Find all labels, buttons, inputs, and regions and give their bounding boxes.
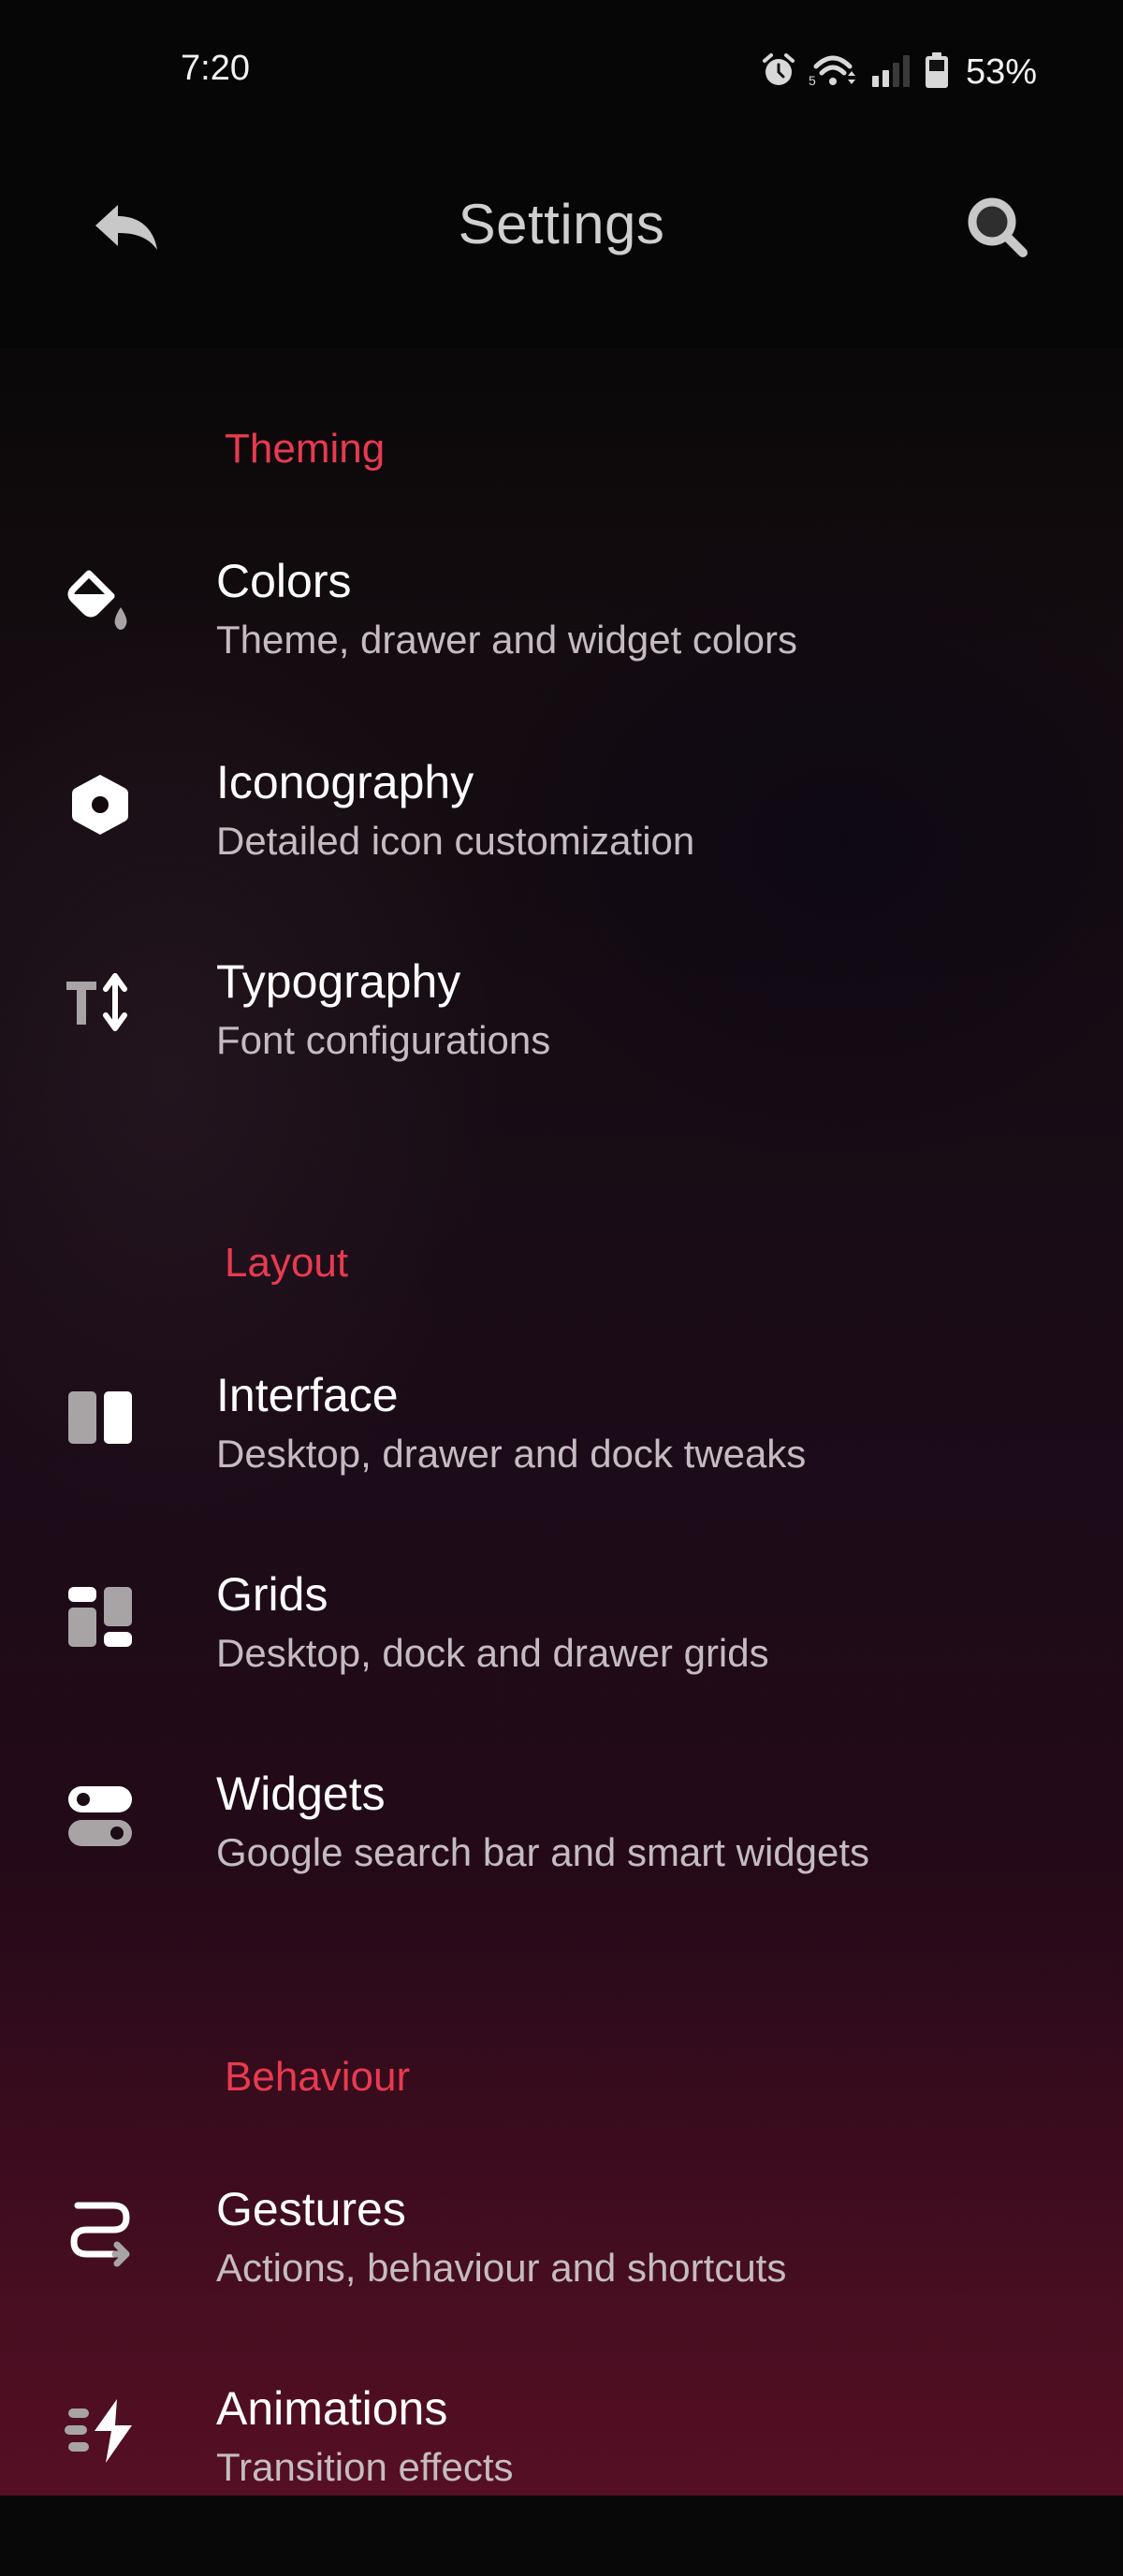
section-header-layout: Layout [225,1240,349,1286]
settings-item-colors[interactable]: Colors Theme, drawer and widget colors [0,555,1123,749]
item-subtitle: Detailed icon customization [216,819,695,863]
item-subtitle: Theme, drawer and widget colors [216,618,797,662]
settings-item-iconography[interactable]: Iconography Detailed icon customization [0,756,1123,950]
item-title: Typography [216,955,461,1008]
item-title: Colors [216,555,352,607]
settings-item-grids[interactable]: Grids Desktop, dock and drawer grids [0,1568,1123,1762]
toggles-icon [58,1774,142,1858]
settings-item-typography[interactable]: Typography Font configurations [0,955,1123,1149]
item-title: Interface [216,1369,399,1421]
hexagon-nut-icon [58,763,142,847]
search-button[interactable] [958,192,1037,267]
item-subtitle: Desktop, drawer and dock tweaks [216,1432,807,1476]
item-title: Animations [216,2382,448,2435]
status-time: 7:20 [181,49,250,88]
cell-signal-icon [870,51,913,94]
svg-text:5: 5 [809,73,816,88]
status-bar: 7:20 5 53% [0,0,1123,140]
settings-item-interface[interactable]: Interface Desktop, drawer and dock tweak… [0,1369,1123,1563]
item-subtitle: Desktop, dock and drawer grids [216,1631,769,1675]
text-size-icon [58,962,142,1046]
item-title: Gestures [216,2183,406,2235]
section-header-behaviour: Behaviour [225,2054,411,2100]
item-title: Grids [216,1568,328,1621]
item-subtitle: Transition effects [216,2445,514,2489]
section-header-theming: Theming [225,426,386,472]
status-icons: 5 53% [760,49,1037,95]
item-title: Iconography [216,756,474,808]
settings-item-animations[interactable]: Animations Transition effects [0,2382,1123,2576]
gesture-path-icon [58,2190,142,2274]
item-subtitle: Actions, behaviour and shortcuts [216,2246,787,2290]
battery-icon [925,51,949,94]
item-title: Widgets [216,1768,386,1820]
wifi-5g-icon: 5 [809,51,859,94]
battery-percent: 53% [965,51,1037,92]
settings-item-widgets[interactable]: Widgets Google search bar and smart widg… [0,1768,1123,1961]
item-subtitle: Font configurations [216,1018,551,1062]
grid-icon [58,1575,142,1659]
paint-bucket-icon [58,561,142,646]
alarm-icon [760,51,797,94]
item-subtitle: Google search bar and smart widgets [216,1830,870,1874]
fast-bolt-icon [58,2389,142,2473]
search-icon [965,195,1030,265]
settings-item-gestures[interactable]: Gestures Actions, behaviour and shortcut… [0,2183,1123,2377]
columns-icon [58,1375,142,1460]
page-title: Settings [458,193,665,255]
